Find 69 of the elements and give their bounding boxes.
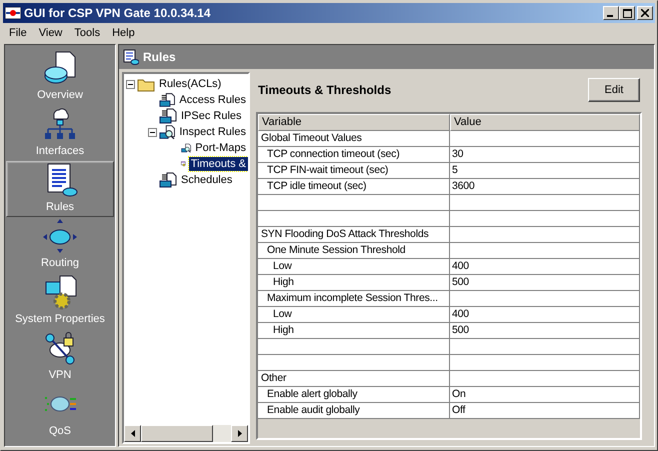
table-cell: One Minute Session Threshold <box>258 243 450 259</box>
table-cell: TCP connection timeout (sec) <box>258 147 450 163</box>
menu-item[interactable]: View <box>32 26 68 38</box>
tree-item[interactable]: Inspect Rules <box>177 125 248 139</box>
table-cell: 500 <box>450 323 640 339</box>
tree-item[interactable]: Timeouts & <box>188 157 248 171</box>
table-cell: 30 <box>450 147 640 163</box>
section-title: Timeouts & Thresholds <box>257 83 392 97</box>
edit-button[interactable]: Edit <box>588 78 640 102</box>
table-cell: Enable audit globally <box>258 403 450 419</box>
table-cell: Enable alert globally <box>258 387 450 403</box>
scroll-thumb[interactable] <box>141 425 213 442</box>
maximize-icon <box>622 8 632 18</box>
router-doc-icon <box>42 50 78 86</box>
tree-item[interactable]: IPSec Rules <box>179 109 244 123</box>
sidebar-item[interactable]: VPN <box>6 329 114 385</box>
list-icon <box>123 49 139 65</box>
rules-icon <box>159 108 177 124</box>
table-cell: SYN Flooding DoS Attack Thresholds <box>258 227 450 243</box>
network-icon <box>42 106 78 142</box>
table-cell: 400 <box>450 259 640 275</box>
tree-item[interactable]: Rules(ACLs) <box>157 77 224 91</box>
sidebar-item[interactable]: Rules <box>6 161 114 217</box>
table-cell: Other <box>258 371 450 387</box>
table-cell: TCP idle timeout (sec) <box>258 179 450 195</box>
minimize-button[interactable] <box>603 6 619 20</box>
sidebar-item[interactable]: Interfaces <box>6 105 114 161</box>
table-cell: Low <box>258 307 450 323</box>
app-icon <box>5 7 21 19</box>
collapse-icon[interactable] <box>148 128 157 136</box>
sidebar-item[interactable]: System Properties <box>6 273 114 329</box>
maximize-button[interactable] <box>619 6 635 20</box>
rules-icon <box>159 92 176 108</box>
table-cell: TCP FIN-wait timeout (sec) <box>258 163 450 179</box>
column-header[interactable]: Value <box>450 114 640 131</box>
table-cell: High <box>258 275 450 291</box>
left-arrow-icon <box>130 430 134 437</box>
table-cell: 3600 <box>450 179 640 195</box>
magnifier-icon <box>159 124 176 140</box>
scroll-right-button[interactable] <box>231 425 248 442</box>
table-cell: 5 <box>450 163 640 179</box>
window-title: GUI for CSP VPN Gate 10.0.34.14 <box>24 6 212 20</box>
close-icon <box>641 9 649 17</box>
sidebar-item[interactable]: Routing <box>6 217 114 273</box>
column-header[interactable]: Variable <box>258 114 450 131</box>
panel-title: Rules <box>143 50 176 64</box>
table-cell: Global Timeout Values <box>258 131 450 147</box>
table-cell: 500 <box>450 275 640 291</box>
rules-icon <box>159 172 177 188</box>
sidebar-item[interactable]: Overview <box>6 49 114 105</box>
table-cell: 400 <box>450 307 640 323</box>
tree-item[interactable]: Access Rules <box>177 93 248 107</box>
menu-item[interactable]: File <box>3 26 33 38</box>
menu-item[interactable]: Help <box>106 26 141 38</box>
collapse-icon[interactable] <box>126 80 135 88</box>
table-cell: Maximum incomplete Session Thres... <box>258 291 450 307</box>
table-cell: Off <box>450 403 640 419</box>
menu-item[interactable]: Tools <box>68 26 106 38</box>
table-cell: High <box>258 323 450 339</box>
table-cell: On <box>450 387 640 403</box>
right-arrow-icon <box>238 430 242 437</box>
horizontal-scrollbar[interactable] <box>124 425 248 442</box>
scroll-left-button[interactable] <box>124 425 141 442</box>
sidebar-item[interactable]: QoS <box>6 385 114 441</box>
tree-item[interactable]: Port-Maps <box>193 141 248 155</box>
tree-item[interactable]: Schedules <box>179 173 234 187</box>
table-cell: Low <box>258 259 450 275</box>
close-button[interactable] <box>637 6 653 20</box>
routing-icon <box>42 218 78 254</box>
